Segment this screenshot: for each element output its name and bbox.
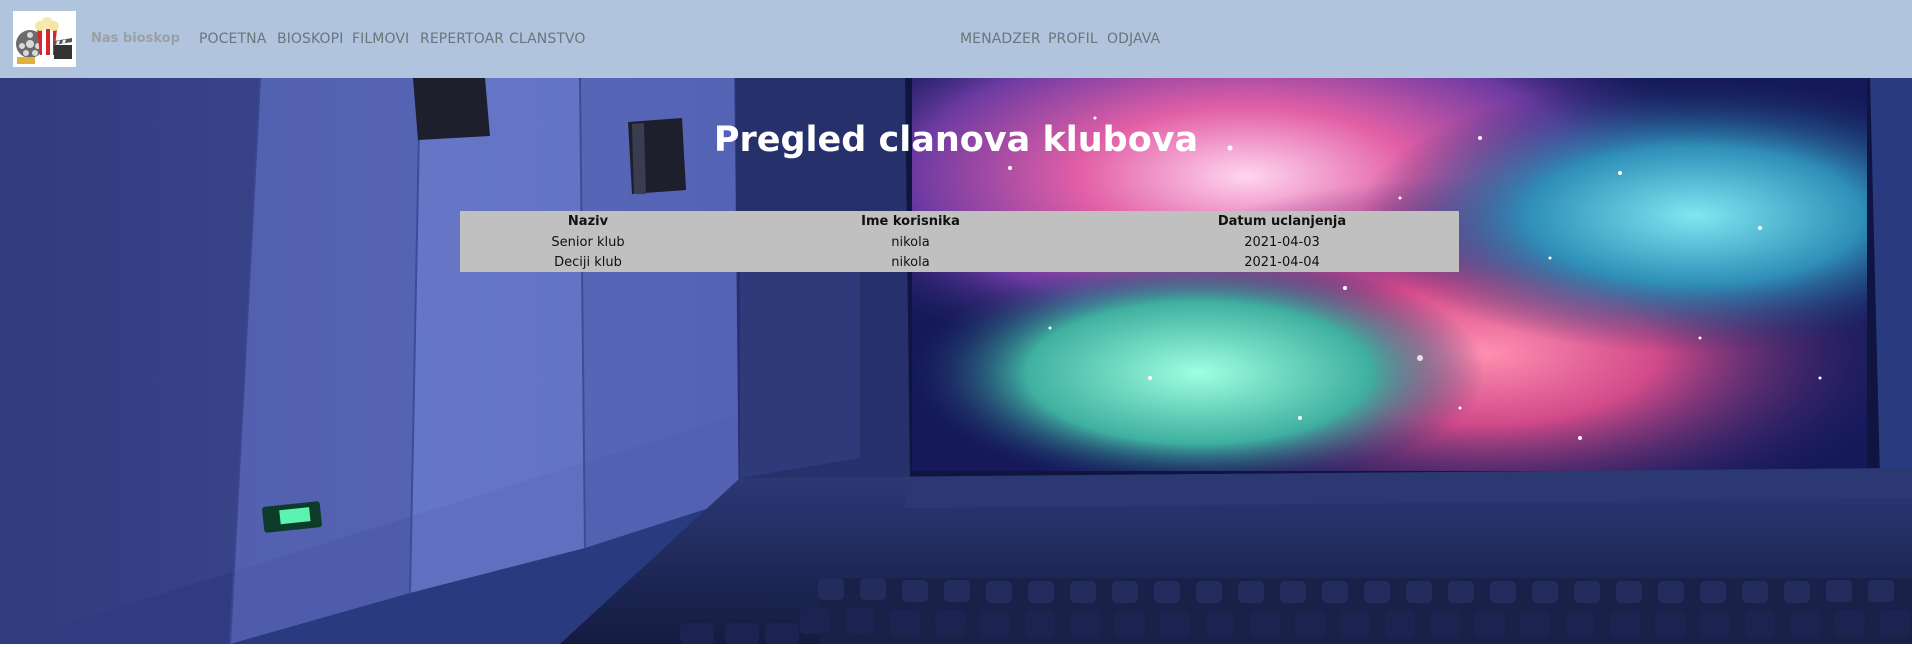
table-header-row: Naziv Ime korisnika Datum uclanjenja	[460, 211, 1459, 232]
nav-link-clanstvo[interactable]: CLANSTVO	[509, 31, 586, 47]
cinema-logo-icon[interactable]	[13, 11, 76, 67]
nav-link-menadzer[interactable]: MENADZER	[960, 31, 1041, 47]
nav-link-filmovi[interactable]: FILMOVI	[352, 31, 409, 47]
column-header-datum-uclanjenja: Datum uclanjenja	[1217, 214, 1347, 229]
cell-naziv: Senior klub	[551, 234, 625, 250]
cell-ime-korisnika: nikola	[891, 234, 930, 250]
members-table: Naziv Ime korisnika Datum uclanjenja Sen…	[460, 211, 1459, 272]
column-header-naziv: Naziv	[567, 214, 609, 229]
top-navbar: Nas bioskop POCETNA BIOSKOPI FILMOVI REP…	[0, 0, 1912, 78]
table-row: Deciji klub nikola 2021-04-04	[460, 252, 1459, 272]
nav-link-bioskopi[interactable]: BIOSKOPI	[277, 31, 343, 47]
nav-link-repertoar[interactable]: REPERTOAR	[420, 31, 504, 47]
nav-link-pocetna[interactable]: POCETNA	[199, 31, 266, 47]
cell-datum-uclanjenja: 2021-04-03	[1244, 234, 1320, 250]
cinema-hall-background	[0, 77, 1912, 645]
cell-datum-uclanjenja: 2021-04-04	[1244, 254, 1320, 270]
brand-link[interactable]: Nas bioskop	[91, 31, 180, 46]
column-header-ime-korisnika: Ime korisnika	[861, 214, 960, 229]
table-row: Senior klub nikola 2021-04-03	[460, 232, 1459, 252]
nav-link-profil[interactable]: PROFIL	[1048, 31, 1098, 47]
nav-link-odjava[interactable]: ODJAVA	[1107, 31, 1160, 47]
page-title: Pregled clanova klubova	[713, 120, 1199, 160]
cell-ime-korisnika: nikola	[891, 254, 930, 270]
cell-naziv: Deciji klub	[554, 254, 622, 270]
